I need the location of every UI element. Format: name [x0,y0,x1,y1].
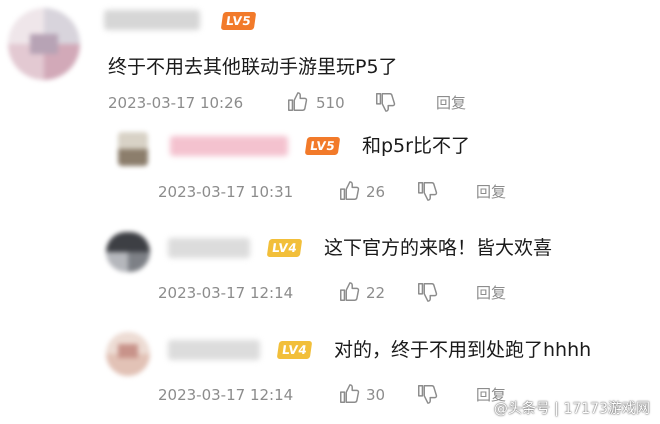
reply-button[interactable]: 回复 [436,93,466,113]
thumbs-up-icon[interactable] [338,281,360,303]
thumbs-down-icon[interactable] [416,383,438,405]
avatar[interactable] [8,8,80,80]
username[interactable] [168,238,250,258]
like-count: 510 [316,94,345,112]
thumbs-up-icon[interactable] [338,383,360,405]
like-count: 30 [366,386,386,404]
reply-button[interactable]: 回复 [476,182,506,202]
username[interactable] [168,340,260,360]
level-badge: LV4 [266,239,303,257]
level-badge: LV5 [304,137,341,155]
avatar[interactable] [106,332,150,376]
thumbs-up-icon[interactable] [338,180,360,202]
reply-date: 2023-03-17 12:14 [158,284,294,302]
reply-item: LV5 和p5r比不了 2023-03-17 10:31 26 回复 [0,120,660,220]
reply-button[interactable]: 回复 [476,283,506,303]
username[interactable] [104,10,200,30]
reply-text: 对的，终于不用到处跑了hhhh [334,339,592,361]
reply-date: 2023-03-17 10:31 [158,183,294,201]
reply-text: 和p5r比不了 [362,135,470,157]
reply-item: LV4 这下官方的来咯！皆大欢喜 2023-03-17 12:14 22 回复 [0,220,660,320]
comment-text: 终于不用去其他联动手游里玩P5了 [108,56,398,78]
avatar[interactable] [106,232,150,272]
level-badge: LV4 [276,341,313,359]
thumbs-up-icon[interactable] [286,91,308,113]
thumbs-down-icon[interactable] [374,91,396,113]
watermark: @头条号 | 17173游戏网 [493,401,650,417]
like-count: 26 [366,183,386,201]
level-badge: LV5 [220,12,257,30]
reply-date: 2023-03-17 12:14 [158,386,294,404]
reply-text: 这下官方的来咯！皆大欢喜 [324,237,553,259]
thumbs-down-icon[interactable] [416,180,438,202]
thumbs-down-icon[interactable] [416,281,438,303]
like-count: 22 [366,284,386,302]
comment-item: LV5 终于不用去其他联动手游里玩P5了 2023-03-17 10:26 51… [0,0,660,120]
username[interactable] [170,136,288,156]
comment-date: 2023-03-17 10:26 [108,94,244,112]
avatar[interactable] [118,132,148,166]
